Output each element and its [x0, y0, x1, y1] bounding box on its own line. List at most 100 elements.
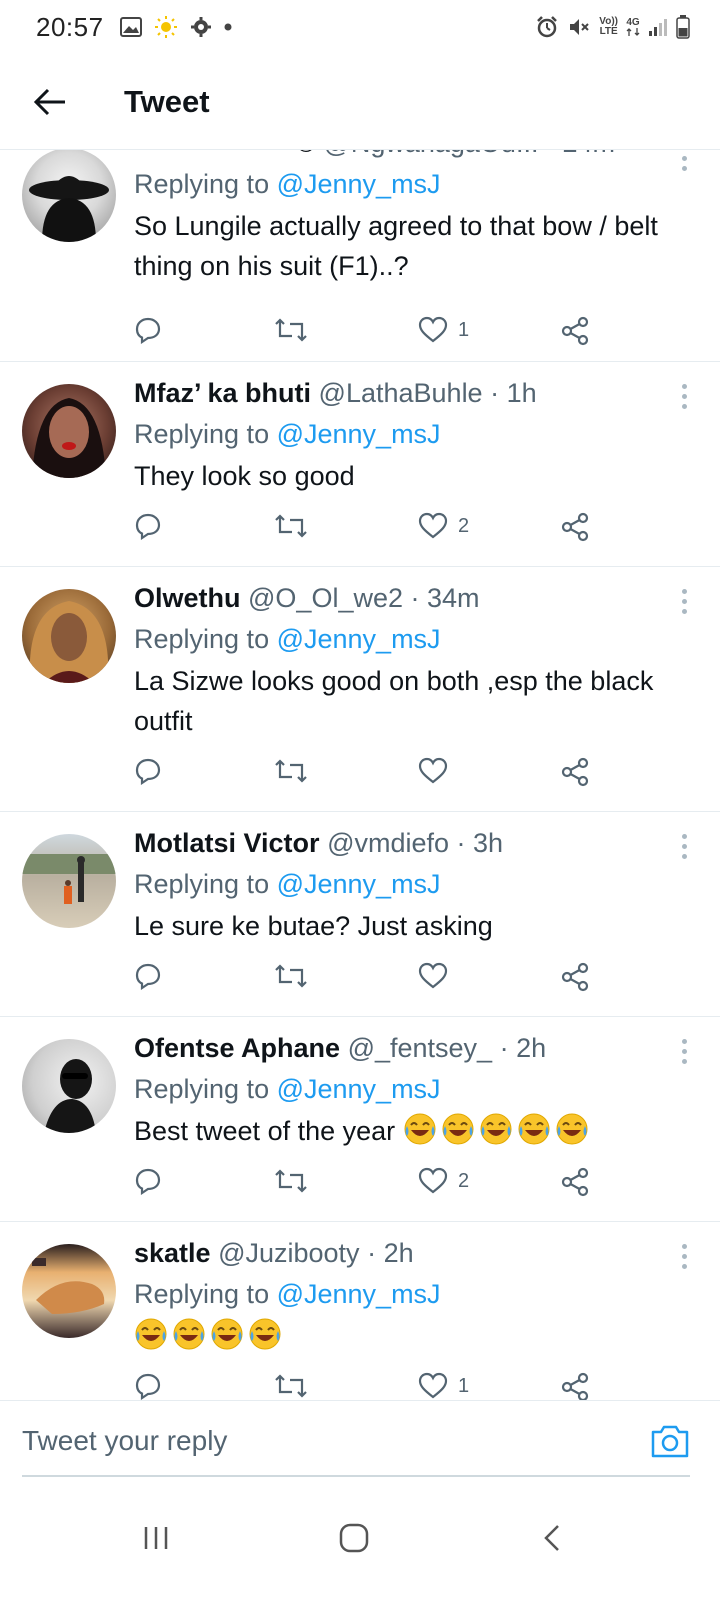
emoji-row: [403, 1113, 593, 1146]
reply-button[interactable]: [134, 1372, 162, 1400]
more-options-icon[interactable]: [680, 589, 688, 614]
replying-to-handle[interactable]: @Jenny_msJ: [277, 869, 441, 899]
avatar[interactable]: [22, 1244, 116, 1338]
tweet-meta: ® @NgwanagaOu... · 24m: [134, 150, 690, 160]
replies-feed[interactable]: ® @NgwanagaOu... · 24m Replying to @Jenn…: [0, 150, 720, 1426]
reply-input-underline: [22, 1475, 690, 1477]
back-button[interactable]: [22, 74, 78, 130]
share-icon: [561, 1372, 589, 1402]
retweet-button[interactable]: [274, 316, 308, 344]
replying-to-handle[interactable]: @Jenny_msJ: [277, 419, 441, 449]
retweet-button[interactable]: [274, 512, 308, 540]
share-icon: [561, 316, 589, 346]
retweet-icon: [275, 318, 307, 342]
retweet-button[interactable]: [274, 1372, 308, 1400]
display-name[interactable]: Motlatsi Victor: [134, 828, 320, 858]
reply-tweet[interactable]: skatle @Juzibooty · 2h Replying to @Jenn…: [0, 1222, 720, 1426]
reply-tweet[interactable]: Ofentse Aphane @_fentsey_ · 2h Replying …: [0, 1017, 720, 1222]
reply-tweet[interactable]: Motlatsi Victor @vmdiefo · 3h Replying t…: [0, 812, 720, 1017]
camera-icon: [651, 1425, 689, 1458]
display-name[interactable]: skatle: [134, 1238, 211, 1268]
like-button[interactable]: 1: [418, 1372, 469, 1400]
retweet-button[interactable]: [274, 1167, 308, 1195]
reply-button[interactable]: [134, 1167, 162, 1195]
like-button[interactable]: [418, 962, 458, 990]
user-handle[interactable]: @Juzibooty: [218, 1238, 359, 1268]
replying-to-handle[interactable]: @Jenny_msJ: [277, 1074, 441, 1104]
share-button[interactable]: [560, 1372, 590, 1402]
reply-button[interactable]: [134, 757, 162, 785]
like-button[interactable]: 2: [418, 1167, 469, 1195]
avatar[interactable]: [22, 1039, 116, 1133]
tweet-text: [134, 1316, 690, 1356]
avatar[interactable]: [22, 150, 116, 242]
home-icon: [339, 1523, 369, 1553]
retweet-icon: [275, 964, 307, 988]
share-button[interactable]: [560, 316, 590, 346]
back-nav-button[interactable]: [522, 1508, 582, 1568]
share-button[interactable]: [560, 757, 590, 787]
camera-button[interactable]: [650, 1423, 690, 1459]
reply-button[interactable]: [134, 512, 162, 540]
reply-button[interactable]: [134, 962, 162, 990]
retweet-button[interactable]: [274, 757, 308, 785]
recent-apps-button[interactable]: [126, 1508, 186, 1568]
tweet-meta: Ofentse Aphane @_fentsey_ · 2h: [134, 1031, 690, 1065]
like-button[interactable]: 2: [418, 512, 469, 540]
share-button[interactable]: [560, 512, 590, 542]
more-options-icon[interactable]: [680, 1039, 688, 1064]
user-handle[interactable]: @vmdiefo: [327, 828, 449, 858]
avatar[interactable]: [22, 384, 116, 478]
display-name[interactable]: Olwethu: [134, 583, 241, 613]
retweet-icon: [275, 1169, 307, 1193]
laughing-tears-emoji-icon: [172, 1317, 206, 1351]
tweet-text: So Lungile actually agreed to that bow /…: [134, 211, 658, 281]
tweet-time: · 24m: [546, 150, 615, 158]
reply-tweet[interactable]: ® @NgwanagaOu... · 24m Replying to @Jenn…: [0, 150, 720, 362]
back-arrow-icon: [33, 88, 65, 115]
display-name[interactable]: Mfaz’ ka bhuti: [134, 378, 311, 408]
home-button[interactable]: [324, 1508, 384, 1568]
status-time: 20:57: [36, 11, 104, 42]
avatar[interactable]: [22, 589, 116, 683]
share-button[interactable]: [560, 1167, 590, 1197]
reply-button[interactable]: [134, 316, 162, 344]
heart-icon: [418, 316, 448, 343]
laughing-tears-emoji-icon: [555, 1112, 589, 1146]
like-button[interactable]: 1: [418, 316, 469, 344]
replying-to-handle[interactable]: @Jenny_msJ: [277, 624, 441, 654]
user-handle[interactable]: @LathaBuhle: [319, 378, 483, 408]
more-options-icon[interactable]: [680, 156, 688, 171]
replying-to-line: Replying to @Jenny_msJ: [134, 1074, 441, 1104]
reply-tweet[interactable]: Olwethu @O_Ol_we2 · 34m Replying to @Jen…: [0, 567, 720, 812]
laughing-tears-emoji-icon: [134, 1317, 168, 1351]
retweet-button[interactable]: [274, 962, 308, 990]
like-count: 2: [458, 1169, 470, 1192]
heart-icon: [418, 512, 448, 539]
reply-input[interactable]: Tweet your reply: [22, 1425, 227, 1457]
avatar[interactable]: [22, 834, 116, 928]
replying-to-line: Replying to @Jenny_msJ: [134, 419, 441, 449]
like-count: 1: [458, 318, 470, 341]
reply-icon: [135, 513, 161, 540]
user-handle[interactable]: @_fentsey_: [348, 1033, 493, 1063]
app-header: Tweet: [0, 54, 720, 150]
user-handle[interactable]: @O_Ol_we2: [248, 583, 403, 613]
more-options-icon[interactable]: [680, 1244, 688, 1269]
replying-to-handle[interactable]: @Jenny_msJ: [277, 169, 441, 199]
display-name[interactable]: Ofentse Aphane: [134, 1033, 340, 1063]
status-bar: 20:57 Vo)) LTE 4G: [0, 0, 720, 54]
like-button[interactable]: [418, 757, 458, 785]
gallery-icon: [119, 17, 142, 37]
tweet-meta: Mfaz’ ka bhuti @LathaBuhle · 1h: [134, 376, 690, 410]
reply-tweet[interactable]: Mfaz’ ka bhuti @LathaBuhle · 1h Replying…: [0, 362, 720, 567]
emoji-row: [134, 1318, 286, 1351]
share-button[interactable]: [560, 962, 590, 992]
signal-icon: [648, 17, 668, 37]
more-options-icon[interactable]: [680, 834, 688, 859]
user-handle[interactable]: @NgwanagaOu...: [323, 150, 538, 158]
replying-to-handle[interactable]: @Jenny_msJ: [277, 1279, 441, 1309]
mute-icon: [567, 15, 591, 39]
laughing-tears-emoji-icon: [517, 1112, 551, 1146]
more-options-icon[interactable]: [680, 384, 688, 409]
